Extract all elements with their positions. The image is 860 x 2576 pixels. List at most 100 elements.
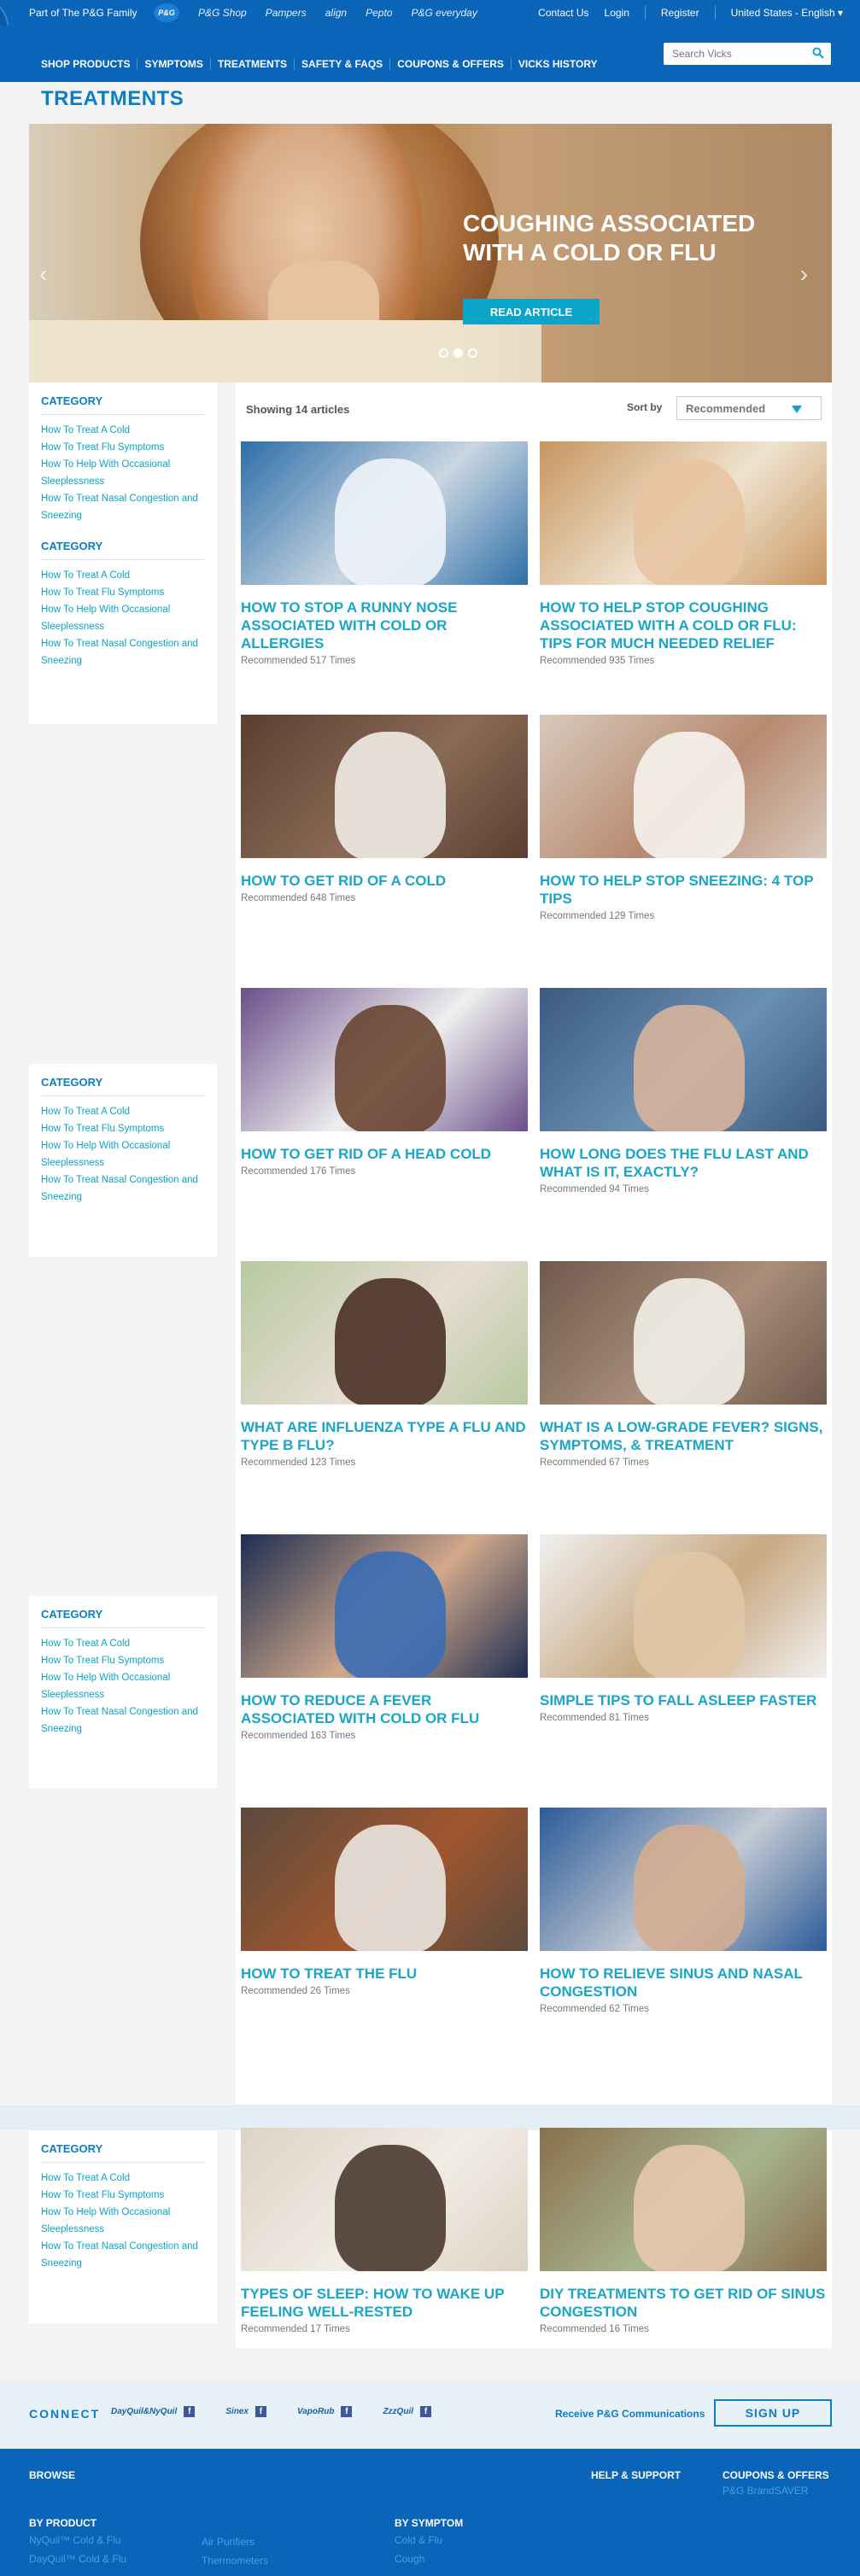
article-title[interactable]: HOW TO HELP STOP COUGHING ASSOCIATED WIT… [540, 599, 827, 652]
pampers-logo[interactable]: Pampers [266, 7, 307, 19]
article-thumbnail[interactable] [241, 1534, 528, 1678]
login-link[interactable]: Login [605, 7, 629, 19]
article-title[interactable]: HOW TO HELP STOP SNEEZING: 4 TOP TIPS [540, 872, 827, 908]
pg-badge-logo[interactable]: P&G [154, 3, 179, 22]
carousel-dot[interactable] [439, 348, 448, 358]
article-thumbnail[interactable] [241, 715, 528, 858]
article-card[interactable]: HOW TO HELP STOP COUGHING ASSOCIATED WIT… [540, 441, 827, 666]
sinex-social[interactable]: Sinex f [225, 2406, 266, 2417]
article-title[interactable]: HOW TO GET RID OF A HEAD COLD [241, 1145, 528, 1163]
category-link-sleep[interactable]: How To Help With Occasional Sleeplessnes… [41, 1137, 205, 1171]
article-title[interactable]: WHAT IS A LOW-GRADE FEVER? SIGNS, SYMPTO… [540, 1418, 827, 1454]
carousel-prev-icon[interactable]: ‹ [39, 260, 47, 288]
facebook-icon[interactable]: f [184, 2406, 196, 2417]
category-link-flu[interactable]: How To Treat Flu Symptoms [41, 584, 205, 601]
locale-selector[interactable]: United States - English ▾ [731, 7, 843, 19]
article-card[interactable]: WHAT ARE INFLUENZA TYPE A FLU AND TYPE B… [241, 1261, 528, 1468]
article-thumbnail[interactable] [241, 1261, 528, 1405]
pg-shop-logo[interactable]: P&G Shop [198, 7, 247, 19]
article-card[interactable]: HOW TO TREAT THE FLU Recommended 26 Times [241, 1808, 528, 1996]
carousel-dot[interactable] [468, 348, 477, 358]
category-link-sleep[interactable]: How To Help With Occasional Sleeplessnes… [41, 601, 205, 635]
category-link-sleep[interactable]: How To Help With Occasional Sleeplessnes… [41, 2204, 205, 2238]
facebook-icon[interactable]: f [420, 2406, 432, 2417]
search-icon[interactable] [812, 47, 824, 59]
category-link-sleep[interactable]: How To Help With Occasional Sleeplessnes… [41, 456, 205, 490]
vaporub-social[interactable]: VapoRub f [297, 2406, 353, 2417]
category-link-nasal[interactable]: How To Treat Nasal Congestion and Sneezi… [41, 2238, 205, 2272]
article-title[interactable]: SIMPLE TIPS TO FALL ASLEEP FASTER [540, 1691, 827, 1709]
pepto-logo[interactable]: Pepto [366, 7, 392, 19]
article-thumbnail[interactable] [540, 2128, 827, 2271]
article-card[interactable]: HOW TO GET RID OF A HEAD COLD Recommended… [241, 988, 528, 1177]
article-title[interactable]: DIY TREATMENTS TO GET RID OF SINUS CONGE… [540, 2285, 827, 2321]
article-thumbnail[interactable] [241, 441, 528, 585]
article-title[interactable]: HOW TO TREAT THE FLU [241, 1965, 528, 1983]
category-link-flu[interactable]: How To Treat Flu Symptoms [41, 439, 205, 456]
zzzquil-social[interactable]: ZzzQuil f [383, 2406, 432, 2417]
footer-brandsaver-link[interactable]: P&G BrandSAVER [723, 2485, 809, 2497]
category-link-cold[interactable]: How To Treat A Cold [41, 567, 205, 584]
article-card[interactable]: HOW LONG DOES THE FLU LAST AND WHAT IS I… [540, 988, 827, 1195]
article-thumbnail[interactable] [241, 1808, 528, 1951]
category-link-cold[interactable]: How To Treat A Cold [41, 1635, 205, 1652]
carousel-dot-active[interactable] [453, 348, 463, 358]
nav-safety-faqs[interactable]: SAFETY & FAQS [295, 58, 391, 70]
category-link-cold[interactable]: How To Treat A Cold [41, 1103, 205, 1120]
contact-us-link[interactable]: Contact Us [538, 7, 588, 19]
nav-coupons-offers[interactable]: COUPONS & OFFERS [390, 58, 512, 70]
article-title[interactable]: HOW LONG DOES THE FLU LAST AND WHAT IS I… [540, 1145, 827, 1181]
category-link-nasal[interactable]: How To Treat Nasal Congestion and Sneezi… [41, 1171, 205, 1206]
sort-dropdown[interactable]: Recommended [676, 396, 822, 420]
align-logo[interactable]: align [325, 7, 347, 19]
footer-product-link[interactable]: Thermometers [202, 2555, 268, 2567]
facebook-icon[interactable]: f [254, 2406, 266, 2417]
footer-symptom-link[interactable]: Cold & Flu [395, 2534, 442, 2546]
footer-help-heading[interactable]: HELP & SUPPORT [591, 2469, 681, 2481]
article-title[interactable]: HOW TO GET RID OF A COLD [241, 872, 528, 890]
article-thumbnail[interactable] [540, 1808, 827, 1951]
category-link-cold[interactable]: How To Treat A Cold [41, 422, 205, 439]
article-thumbnail[interactable] [540, 1261, 827, 1405]
article-card[interactable]: DIY TREATMENTS TO GET RID OF SINUS CONGE… [540, 2128, 827, 2334]
category-link-sleep[interactable]: How To Help With Occasional Sleeplessnes… [41, 1669, 205, 1703]
article-title[interactable]: WHAT ARE INFLUENZA TYPE A FLU AND TYPE B… [241, 1418, 528, 1454]
category-link-flu[interactable]: How To Treat Flu Symptoms [41, 2187, 205, 2204]
category-link-cold[interactable]: How To Treat A Cold [41, 2170, 205, 2187]
category-link-flu[interactable]: How To Treat Flu Symptoms [41, 1652, 205, 1669]
article-card[interactable]: HOW TO RELIEVE SINUS AND NASAL CONGESTIO… [540, 1808, 827, 2014]
facebook-icon[interactable]: f [341, 2406, 353, 2417]
article-card[interactable]: HOW TO HELP STOP SNEEZING: 4 TOP TIPS Rec… [540, 715, 827, 921]
article-card[interactable]: TYPES OF SLEEP: HOW TO WAKE UP FEELING W… [241, 2128, 528, 2334]
article-thumbnail[interactable] [540, 715, 827, 858]
article-title[interactable]: HOW TO STOP A RUNNY NOSE ASSOCIATED WITH… [241, 599, 528, 652]
category-link-flu[interactable]: How To Treat Flu Symptoms [41, 1120, 205, 1137]
footer-product-link[interactable]: DayQuil™ Cold & Flu [29, 2553, 126, 2565]
article-card[interactable]: SIMPLE TIPS TO FALL ASLEEP FASTER Recomme… [540, 1534, 827, 1723]
read-article-button[interactable]: READ ARTICLE [463, 299, 600, 324]
search-input[interactable] [672, 48, 809, 60]
article-thumbnail[interactable] [241, 988, 528, 1131]
category-link-nasal[interactable]: How To Treat Nasal Congestion and Sneezi… [41, 1703, 205, 1738]
nav-shop-products[interactable]: SHOP PRODUCTS [34, 58, 138, 70]
nav-vicks-history[interactable]: VICKS HISTORY [512, 58, 605, 70]
sign-up-button[interactable]: SIGN UP [714, 2399, 832, 2427]
article-card[interactable]: HOW TO GET RID OF A COLD Recommended 648 … [241, 715, 528, 903]
article-card[interactable]: WHAT IS A LOW-GRADE FEVER? SIGNS, SYMPTO… [540, 1261, 827, 1468]
article-thumbnail[interactable] [540, 1534, 827, 1678]
article-title[interactable]: HOW TO RELIEVE SINUS AND NASAL CONGESTIO… [540, 1965, 827, 2001]
footer-coupons-heading[interactable]: COUPONS & OFFERS [723, 2469, 829, 2481]
nav-symptoms[interactable]: SYMPTOMS [137, 58, 211, 70]
pg-everyday-logo[interactable]: P&G everyday [411, 7, 477, 19]
article-card[interactable]: HOW TO STOP A RUNNY NOSE ASSOCIATED WITH… [241, 441, 528, 666]
footer-symptom-link[interactable]: Cough [395, 2553, 424, 2565]
category-link-nasal[interactable]: How To Treat Nasal Congestion and Sneezi… [41, 490, 205, 524]
article-thumbnail[interactable] [540, 441, 827, 585]
article-thumbnail[interactable] [540, 988, 827, 1131]
article-card[interactable]: HOW TO REDUCE A FEVER ASSOCIATED WITH CO… [241, 1534, 528, 1741]
footer-product-link[interactable]: NyQuil™ Cold & Flu [29, 2534, 120, 2546]
footer-product-link[interactable]: Air Purifiers [202, 2536, 254, 2548]
article-thumbnail[interactable] [241, 2128, 528, 2271]
nav-treatments[interactable]: TREATMENTS [211, 58, 295, 70]
category-link-nasal[interactable]: How To Treat Nasal Congestion and Sneezi… [41, 635, 205, 669]
